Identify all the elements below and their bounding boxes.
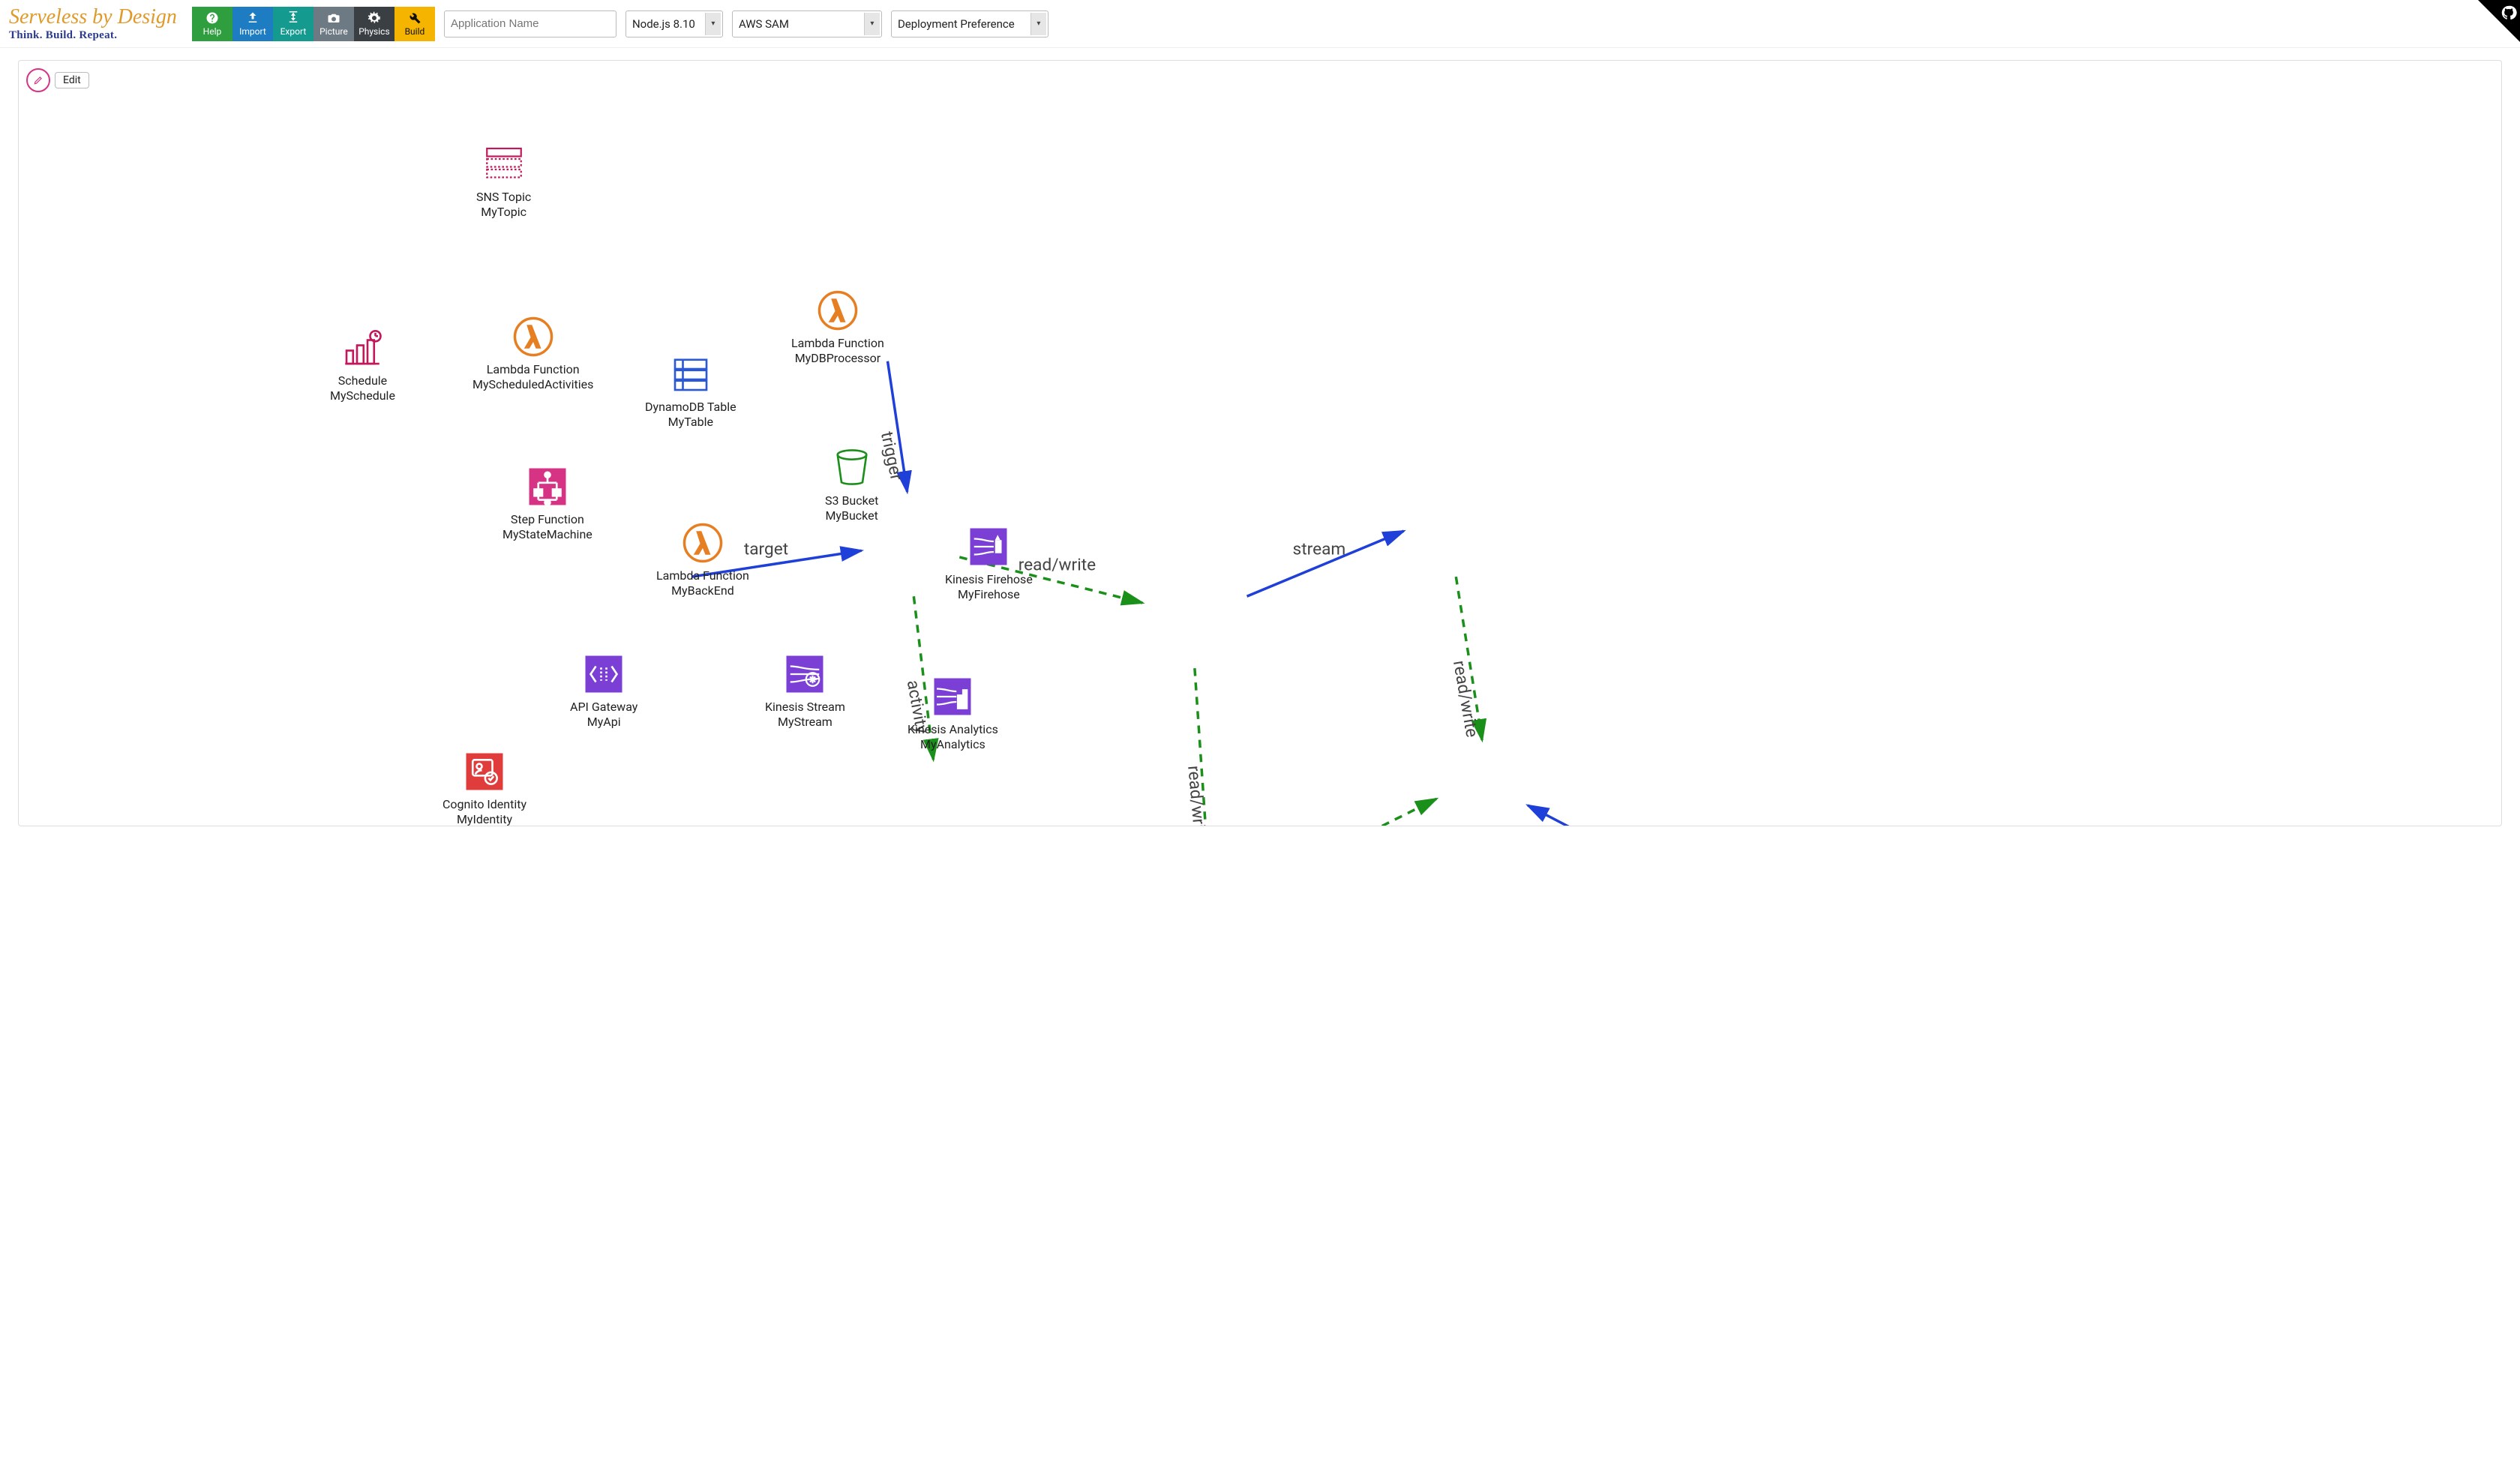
node-kinesis-analytics[interactable]: Kinesis Analytics MyAnalytics [908, 676, 998, 752]
node-dynamodb[interactable]: DynamoDB Table MyTable [645, 353, 736, 430]
node-type: Schedule [338, 373, 387, 388]
deploy-value: Deployment Preference [898, 17, 1015, 31]
dynamodb-icon [670, 353, 712, 395]
edit-button[interactable]: Edit [26, 68, 89, 92]
github-icon [2500, 4, 2517, 21]
logo: Serveless by Design Think. Build. Repeat… [9, 6, 183, 41]
node-cognito[interactable]: Cognito Identity MyIdentity [442, 751, 526, 826]
sns-icon [483, 143, 525, 185]
node-name: MyBucket [825, 508, 878, 523]
node-step-function[interactable]: Step Function MyStateMachine [502, 466, 592, 542]
help-label: Help [203, 26, 222, 37]
wrench-icon [408, 11, 422, 25]
diagram-canvas[interactable]: Edit trigger target read/write stream re… [18, 60, 2502, 826]
svg-text:read/write: read/write [1312, 823, 1390, 826]
node-name: MyApi [587, 715, 621, 730]
stepfunction-icon [526, 466, 568, 508]
pencil-icon [26, 68, 50, 92]
apigateway-icon [583, 653, 625, 695]
svg-text:target: target [744, 539, 788, 559]
node-type: Step Function [511, 512, 584, 527]
node-api-gateway[interactable]: API Gateway MyApi [570, 653, 638, 730]
s3-icon [831, 447, 873, 489]
node-s3-bucket[interactable]: S3 Bucket MyBucket [825, 447, 878, 523]
export-button[interactable]: Export [273, 7, 314, 41]
toolbar: Help Import Export Picture Physics Build [192, 7, 435, 41]
kinesis-stream-icon [784, 653, 826, 695]
lambda-icon [682, 522, 724, 564]
chevron-down-icon: ▾ [1030, 13, 1046, 35]
node-type: Kinesis Analytics [908, 722, 998, 737]
edit-label: Edit [55, 72, 89, 88]
node-name: MyScheduledActivities [472, 377, 593, 392]
node-lambda-dbprocessor[interactable]: Lambda Function MyDBProcessor [791, 289, 884, 366]
node-name: MySchedule [330, 388, 395, 403]
node-type: Cognito Identity [442, 797, 526, 812]
gear-icon [368, 11, 381, 25]
node-name: MyBackEnd [671, 583, 734, 598]
node-type: Lambda Function [656, 568, 749, 583]
runtime-select[interactable]: Node.js 8.10 ▾ [626, 10, 723, 37]
node-type: S3 Bucket [825, 493, 878, 508]
node-kinesis-stream[interactable]: Kinesis Stream MyStream [765, 653, 845, 730]
node-type: Lambda Function [487, 362, 580, 377]
deploy-select[interactable]: Deployment Preference ▾ [891, 10, 1048, 37]
corner-ribbon[interactable] [2478, 0, 2520, 42]
platform-value: AWS SAM [739, 17, 789, 31]
help-button[interactable]: Help [192, 7, 232, 41]
node-name: MyTable [668, 415, 713, 430]
node-type: Kinesis Stream [765, 700, 845, 715]
logo-title: Serveless by Design [9, 6, 177, 29]
kinesis-firehose-icon [968, 526, 1010, 568]
node-kinesis-firehose[interactable]: Kinesis Firehose MyFirehose [945, 526, 1033, 602]
node-name: MyDBProcessor [795, 351, 880, 366]
logo-subtitle: Think. Build. Repeat. [9, 29, 177, 42]
build-label: Build [405, 26, 425, 37]
runtime-value: Node.js 8.10 [632, 17, 695, 31]
node-name: MyStream [778, 715, 832, 730]
import-button[interactable]: Import [232, 7, 273, 41]
lambda-icon [512, 316, 554, 358]
picture-label: Picture [320, 26, 348, 37]
svg-text:destination: destination [1578, 820, 1662, 826]
chevron-down-icon: ▾ [864, 13, 880, 35]
download-icon [286, 11, 300, 25]
build-button[interactable]: Build [394, 7, 435, 41]
physics-button[interactable]: Physics [354, 7, 394, 41]
node-name: MyAnalytics [920, 737, 986, 752]
chevron-down-icon: ▾ [705, 13, 721, 35]
node-name: MyIdentity [457, 812, 512, 826]
platform-select[interactable]: AWS SAM ▾ [732, 10, 882, 37]
upload-icon [246, 11, 260, 25]
node-sns-topic[interactable]: SNS Topic MyTopic [476, 143, 531, 220]
node-schedule[interactable]: Schedule MySchedule [330, 327, 395, 403]
node-lambda-backend[interactable]: Lambda Function MyBackEnd [656, 522, 749, 598]
node-type: Lambda Function [791, 336, 884, 351]
kinesis-analytics-icon [932, 676, 974, 718]
export-label: Export [280, 26, 307, 37]
cognito-icon [464, 751, 506, 793]
node-name: MyTopic [481, 205, 526, 220]
node-name: MyFirehose [958, 587, 1020, 602]
node-type: DynamoDB Table [645, 400, 736, 415]
picture-button[interactable]: Picture [314, 7, 354, 41]
topbar: Serveless by Design Think. Build. Repeat… [0, 0, 2520, 48]
physics-label: Physics [358, 26, 389, 37]
node-name: MyStateMachine [502, 527, 592, 542]
node-type: Kinesis Firehose [945, 572, 1033, 587]
camera-icon [327, 11, 340, 25]
svg-text:read/write: read/write [1449, 659, 1483, 739]
lambda-icon [817, 289, 859, 331]
question-icon [206, 11, 219, 25]
app-name-input[interactable] [444, 10, 616, 37]
edges-layer: trigger target read/write stream read/wr… [19, 61, 2501, 826]
node-type: API Gateway [570, 700, 638, 715]
svg-text:read/write: read/write [1184, 765, 1210, 826]
import-label: Import [239, 26, 266, 37]
node-lambda-scheduled[interactable]: Lambda Function MyScheduledActivities [472, 316, 593, 392]
node-type: SNS Topic [476, 190, 531, 205]
svg-text:stream: stream [1293, 539, 1346, 559]
schedule-icon [341, 327, 383, 369]
